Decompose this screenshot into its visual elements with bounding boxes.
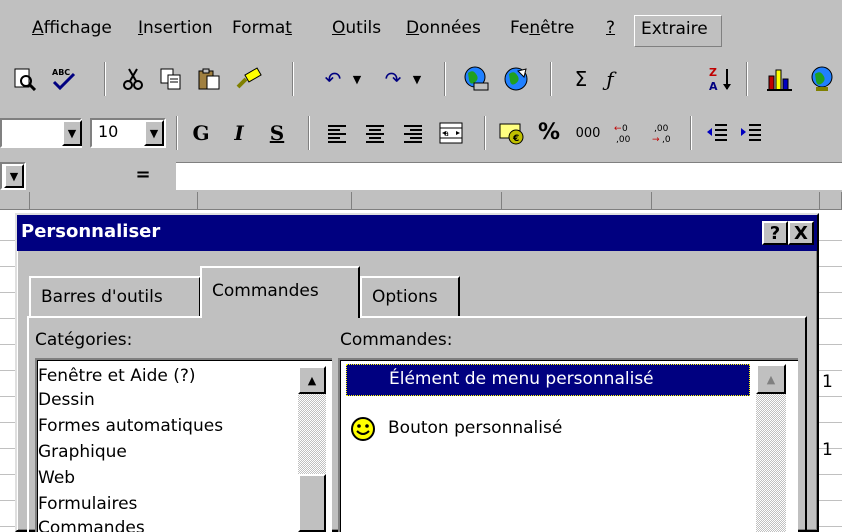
list-item[interactable]: Formulaires bbox=[38, 494, 137, 514]
scroll-up-icon[interactable]: ▲ bbox=[298, 366, 326, 394]
command-item[interactable]: Bouton personnalisé bbox=[346, 414, 750, 446]
cell-value[interactable]: 1 bbox=[822, 440, 833, 460]
command-item-selected[interactable]: Élément de menu personnalisé bbox=[346, 364, 750, 396]
svg-text:A: A bbox=[709, 80, 718, 93]
tab-options[interactable]: Options bbox=[360, 276, 460, 316]
formula-equals-button[interactable]: = bbox=[132, 164, 154, 188]
list-item[interactable]: Dessin bbox=[38, 390, 95, 410]
menu-donnees[interactable]: Données bbox=[406, 18, 481, 38]
copy-icon[interactable] bbox=[156, 66, 186, 92]
scroll-up-icon[interactable]: ▲ bbox=[756, 364, 786, 394]
align-left-icon[interactable] bbox=[322, 120, 352, 146]
align-right-icon[interactable] bbox=[398, 120, 428, 146]
currency-icon[interactable]: € bbox=[496, 118, 528, 148]
commands-label: Commandes: bbox=[340, 330, 453, 350]
column-header[interactable] bbox=[198, 192, 352, 210]
svg-text:,0: ,0 bbox=[662, 135, 671, 145]
scroll-thumb[interactable] bbox=[298, 474, 326, 532]
sort-ascending-icon[interactable]: ZA bbox=[706, 64, 736, 94]
merge-center-icon[interactable]: a bbox=[436, 120, 466, 146]
svg-text:0: 0 bbox=[622, 124, 628, 134]
increase-indent-icon[interactable] bbox=[736, 120, 766, 146]
column-header[interactable] bbox=[820, 192, 842, 210]
svg-text:←: ← bbox=[614, 124, 622, 134]
column-header[interactable] bbox=[352, 192, 502, 210]
dialog-help-button[interactable]: ? bbox=[762, 221, 788, 245]
print-preview-icon[interactable] bbox=[10, 66, 40, 92]
chart-wizard-icon[interactable] bbox=[764, 64, 796, 94]
standard-toolbar: ABC ↶ ▼ ↷ ▼ Σ ƒ ZA bbox=[0, 52, 842, 156]
decrease-decimal-icon[interactable]: ,00 → ,0 bbox=[648, 118, 680, 148]
undo-dropdown-icon[interactable]: ▼ bbox=[350, 68, 364, 90]
svg-text:ABC: ABC bbox=[52, 68, 70, 77]
tab-barres-outils[interactable]: Barres d'outils bbox=[29, 276, 201, 316]
thousands-separator-button[interactable]: 000 bbox=[570, 120, 606, 146]
column-header[interactable] bbox=[652, 192, 820, 210]
menu-extraire[interactable]: Extraire bbox=[634, 15, 722, 47]
list-item[interactable]: Commandes bbox=[38, 518, 145, 532]
redo-dropdown-icon[interactable]: ▼ bbox=[410, 68, 424, 90]
spellcheck-icon[interactable]: ABC bbox=[46, 66, 80, 92]
svg-text:Z: Z bbox=[709, 66, 717, 79]
smiley-icon bbox=[350, 416, 376, 442]
redo-icon[interactable]: ↷ bbox=[378, 66, 408, 92]
list-item[interactable]: Web bbox=[38, 468, 75, 488]
svg-text:,00: ,00 bbox=[654, 124, 669, 134]
undo-icon[interactable]: ↶ bbox=[318, 66, 348, 92]
paste-icon[interactable] bbox=[194, 66, 224, 92]
cell-value[interactable]: 1 bbox=[822, 372, 833, 392]
align-center-icon[interactable] bbox=[360, 120, 390, 146]
categories-label: Catégories: bbox=[35, 330, 133, 350]
dialog-close-button[interactable]: X bbox=[788, 221, 814, 245]
web-toolbar-icon[interactable] bbox=[500, 64, 532, 94]
list-item[interactable]: Fenêtre et Aide (?) bbox=[38, 366, 196, 386]
underline-button[interactable]: S bbox=[262, 120, 292, 146]
menu-insertion[interactable]: Insertion bbox=[138, 18, 213, 38]
font-size-dropdown-icon[interactable]: ▼ bbox=[144, 120, 164, 146]
svg-text:€: € bbox=[512, 134, 519, 144]
svg-text:→: → bbox=[652, 135, 660, 145]
increase-decimal-icon[interactable]: ← 0,00 bbox=[610, 118, 642, 148]
bold-button[interactable]: G bbox=[186, 120, 216, 146]
dialog-title-bar[interactable]: Personnaliser bbox=[17, 215, 817, 251]
menu-format[interactable]: Format bbox=[232, 18, 292, 38]
formatting-toolbar: ▼ 10 ▼ G I S a € % 000 ← 0,00 ,00 → ,0 bbox=[0, 106, 842, 160]
name-box-dropdown-icon[interactable]: ▼ bbox=[4, 164, 24, 188]
autosum-icon[interactable]: Σ bbox=[566, 66, 596, 92]
svg-text:,00: ,00 bbox=[616, 135, 631, 145]
menu-fenetre[interactable]: Fenêtre bbox=[510, 18, 574, 38]
font-name-dropdown-icon[interactable]: ▼ bbox=[62, 120, 82, 146]
map-icon[interactable] bbox=[806, 64, 838, 94]
italic-button[interactable]: I bbox=[224, 120, 254, 146]
tab-commandes[interactable]: Commandes bbox=[200, 266, 360, 318]
menu-outils[interactable]: Outils bbox=[332, 18, 381, 38]
menu-bar: Affichage Insertion Format Outils Donnée… bbox=[0, 0, 842, 52]
command-item-label: Bouton personnalisé bbox=[388, 418, 563, 438]
list-item[interactable]: Formes automatiques bbox=[38, 416, 223, 436]
insert-hyperlink-icon[interactable] bbox=[460, 64, 492, 94]
column-header-corner[interactable] bbox=[0, 192, 30, 210]
menu-affichage[interactable]: Affichage bbox=[32, 18, 112, 38]
formula-input[interactable] bbox=[176, 162, 842, 190]
command-item-label: Élément de menu personnalisé bbox=[389, 369, 654, 389]
menu-help[interactable]: ? bbox=[606, 18, 615, 38]
decrease-indent-icon[interactable] bbox=[702, 120, 732, 146]
column-header[interactable] bbox=[30, 192, 198, 210]
list-item[interactable]: Graphique bbox=[38, 442, 127, 462]
dialog-title: Personnaliser bbox=[21, 221, 161, 242]
cut-icon[interactable] bbox=[118, 66, 148, 92]
function-icon[interactable]: ƒ bbox=[600, 66, 620, 92]
percent-button[interactable]: % bbox=[534, 120, 564, 146]
format-painter-icon[interactable] bbox=[232, 66, 266, 92]
column-header[interactable] bbox=[502, 192, 652, 210]
